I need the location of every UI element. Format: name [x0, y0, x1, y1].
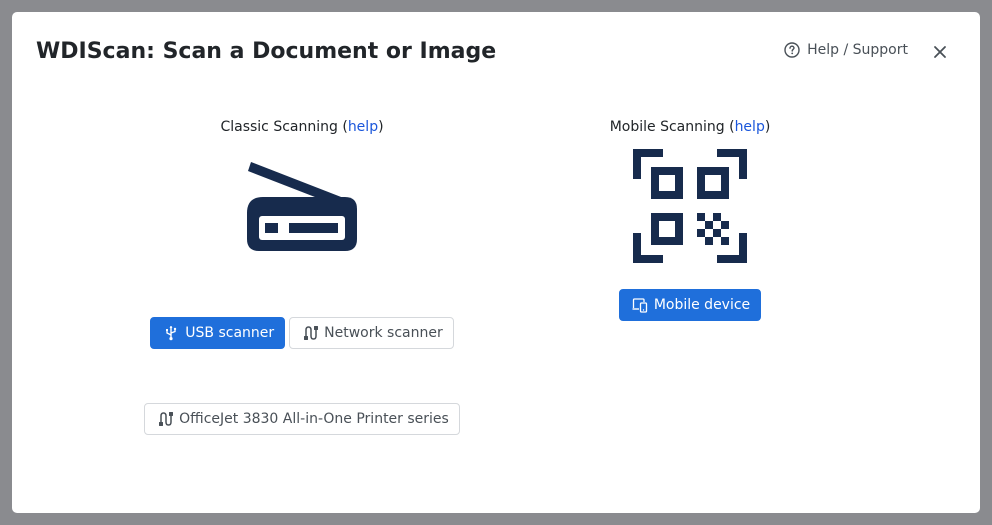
network-scanner-label: Network scanner — [324, 325, 443, 341]
classic-help-link[interactable]: help — [348, 119, 378, 135]
classic-scanning-title: Classic Scanning (help) — [220, 117, 383, 137]
help-support-label: Help / Support — [807, 42, 908, 58]
mobile-scanning-label: Mobile Scanning — [609, 119, 725, 135]
network-icon — [302, 325, 319, 341]
mobile-scan-buttons: Mobile device — [618, 289, 762, 321]
help-support-link[interactable]: Help / Support — [784, 42, 908, 58]
mobile-scanning-section: Mobile Scanning (help) Mobile device — [540, 117, 840, 321]
close-icon — [934, 46, 946, 58]
usb-icon — [163, 325, 179, 341]
network-icon — [157, 411, 174, 427]
device-officejet-label: OfficeJet 3830 All-in-One Printer series — [179, 411, 449, 427]
devices-icon — [632, 297, 648, 313]
device-officejet-button[interactable]: OfficeJet 3830 All-in-One Printer series — [144, 403, 460, 435]
classic-help-open: ( — [337, 119, 348, 135]
classic-scanning-label: Classic Scanning — [220, 119, 338, 135]
dialog-title: WDIScan: Scan a Document or Image — [36, 39, 497, 64]
close-button[interactable] — [930, 42, 950, 62]
mobile-help-link[interactable]: help — [735, 119, 765, 135]
mobile-help-close: ) — [764, 119, 771, 135]
usb-scanner-label: USB scanner — [185, 325, 275, 341]
mobile-device-button[interactable]: Mobile device — [618, 289, 762, 321]
mobile-scanning-title: Mobile Scanning (help) — [610, 117, 771, 137]
usb-scanner-button[interactable]: USB scanner — [150, 317, 286, 349]
network-scanner-button[interactable]: Network scanner — [289, 317, 454, 349]
detected-devices: OfficeJet 3830 All-in-One Printer series — [144, 403, 460, 435]
flatbed-scanner-icon — [245, 149, 359, 263]
classic-scan-buttons: USB scanner Network scanner — [150, 317, 454, 349]
classic-help-close: ) — [378, 119, 384, 135]
mobile-device-label: Mobile device — [653, 297, 751, 313]
mobile-help-open: ( — [724, 119, 735, 135]
qr-code-scan-icon — [633, 149, 747, 263]
classic-scanning-section: Classic Scanning (help) USB scanner Netw… — [144, 117, 460, 435]
question-circle-icon — [784, 42, 800, 58]
scan-dialog: WDIScan: Scan a Document or Image Help /… — [12, 12, 980, 513]
